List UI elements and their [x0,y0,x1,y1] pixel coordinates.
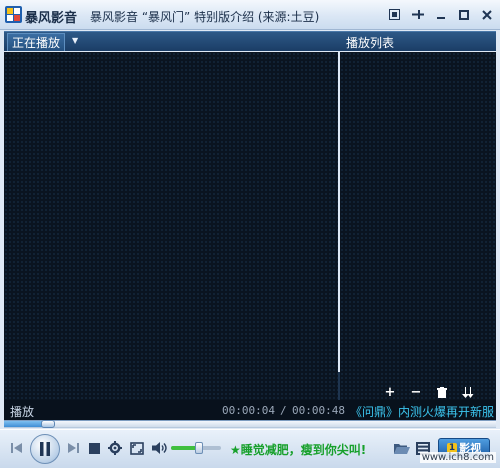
playlist-panel[interactable] [340,52,496,400]
previous-icon[interactable] [10,441,24,455]
seek-bar-thumb[interactable] [41,420,55,428]
time-separator: / [280,404,287,417]
gear-icon[interactable] [107,440,123,456]
restore-icon[interactable] [385,5,404,24]
remove-icon[interactable]: − [405,385,427,400]
video-display[interactable] [4,52,338,400]
pause-button[interactable] [30,434,60,464]
stop-icon[interactable] [87,441,101,455]
tab-now-playing[interactable]: 正在播放 [7,33,66,51]
playback-status: 播放 [10,405,35,419]
delete-icon[interactable] [431,385,453,399]
pin-icon[interactable] [408,5,427,24]
seek-bar[interactable] [4,420,496,428]
window-controls [385,5,496,24]
chevron-down-icon[interactable]: ▼ [72,36,78,45]
maximize-icon[interactable] [454,5,473,24]
sort-down-icon[interactable] [457,385,479,399]
playlist-toolbar: + − [379,385,479,400]
promo-link[interactable]: ★睡觉减肥，瘦到你尖叫! [230,441,366,458]
watermark: www.ich8.com [419,452,496,463]
time-total: 00:00:48 [292,404,345,417]
view-header: 正在播放 ▼ 播放列表 [4,31,496,51]
app-logo-icon [5,6,22,23]
volume-slider-thumb[interactable] [195,442,203,454]
app-name: 暴风影音 [25,11,78,26]
next-icon[interactable] [66,441,80,455]
playlist-title[interactable]: 播放列表 [346,34,394,51]
time-current: 00:00:04 [222,404,275,417]
volume-icon[interactable] [151,440,169,456]
title-bar: 暴风影音 暴风影音 “暴风门” 特别版介绍 (来源:土豆) [0,0,500,30]
news-ticker-link[interactable]: 《问鼎》内测火爆再开新服 [350,403,496,420]
volume-slider[interactable] [171,442,221,454]
status-bar: 播放 00:00:04 / 00:00:48 《问鼎》内测火爆再开新服 [4,400,496,420]
minimize-icon[interactable] [431,5,450,24]
add-icon[interactable]: + [379,385,401,400]
folder-open-icon[interactable] [394,440,410,456]
close-icon[interactable] [477,5,496,24]
window-title: 暴风影音 “暴风门” 特别版介绍 (来源:土豆) [90,10,320,24]
fullscreen-icon[interactable] [129,440,145,456]
